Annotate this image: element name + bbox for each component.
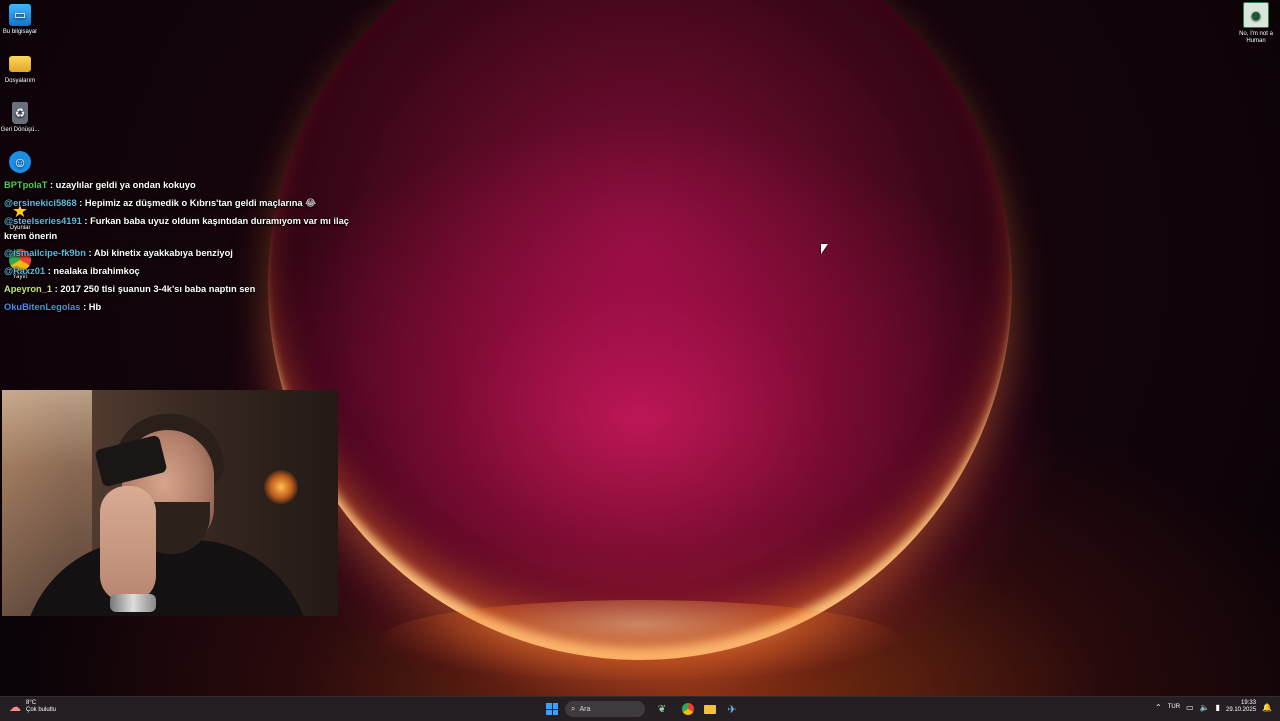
wallpaper-orb — [268, 0, 1012, 660]
chat-username: BPTpolaT — [4, 180, 48, 190]
network-icon[interactable]: ▭ — [1186, 703, 1194, 712]
weather-icon: ☁ — [9, 700, 21, 714]
captcha-icon: ☻ — [1243, 2, 1269, 28]
folder-icon — [704, 704, 716, 714]
battery-icon[interactable]: ▮ — [1216, 703, 1220, 712]
webcam-lamp — [264, 470, 298, 504]
chat-message: @steelseries4191 : Furkan baba uyuz oldu… — [4, 212, 364, 244]
chat-text: : Hepimiz az düşmedik o Kıbrıs'tan geldi… — [79, 198, 317, 208]
mouse-cursor — [821, 244, 828, 254]
start-button[interactable] — [543, 700, 561, 718]
weather-widget[interactable]: ☁ 8°C Çok bulutlu — [8, 700, 56, 714]
system-tray: ⌃ TUR ▭ 🔈 ▮ 19:33 29.10.2025 🔔 — [1155, 700, 1272, 714]
chat-message: OkuBitenLegolas : Hb — [4, 298, 364, 316]
webcam-overlay — [2, 390, 338, 616]
weather-description: Çok bulutlu — [26, 707, 57, 713]
chat-username: @ismailcipe-fk9bn — [4, 248, 86, 258]
chevron-up-icon[interactable]: ⌃ — [1155, 703, 1162, 712]
taskbar-chrome[interactable] — [679, 700, 697, 718]
desktop-icon-label: Dosyalarım — [4, 78, 36, 84]
taskbar-search[interactable]: ⌕ Ara — [565, 701, 645, 717]
desktop-icon-files[interactable]: Dosyalarım — [0, 53, 40, 85]
chat-username: OkuBitenLegolas — [4, 302, 81, 312]
desktop-background: ▭ Bu bilgisayar Dosyalarım ♻ Geri Dönüşü… — [0, 0, 1280, 696]
clock-date: 29.10.2025 — [1226, 707, 1257, 713]
search-icon: ⌕ — [571, 704, 576, 713]
chat-message: Apeyron_1 : 2017 250 tlsi şuanun 3-4k'sı… — [4, 280, 364, 298]
chat-username: @steelseries4191 — [4, 216, 82, 226]
wallpaper-glow — [380, 600, 900, 680]
accessibility-icon: ☺ — [9, 151, 31, 173]
chat-message: @ersinekici5868 : Hepimiz az düşmedik o … — [4, 194, 364, 212]
chat-text: : Abi kinetix ayakkabıya benziyoj — [88, 248, 233, 258]
chat-text: : nealaka ibrahimkoç — [47, 266, 140, 276]
taskbar-apps: ⌕ Ara ❦ ✈ — [543, 700, 741, 718]
widgets-icon: ❦ — [657, 703, 667, 715]
clock[interactable]: 19:33 29.10.2025 — [1226, 700, 1256, 714]
desktop-icon-this-pc[interactable]: ▭ Bu bilgisayar — [0, 4, 40, 36]
chat-username: @ersinekici5868 — [4, 198, 77, 208]
desktop-icon-label: Geri Dönüşü... — [0, 127, 40, 133]
steam-icon: ✈ — [727, 703, 737, 716]
chat-username: @Raxz01 — [4, 266, 46, 276]
stream-chat-overlay: BPTpolaT : uzaylılar geldi ya ondan koku… — [4, 176, 364, 316]
chat-message: @ismailcipe-fk9bn : Abi kinetix ayakkabı… — [4, 244, 364, 262]
folder-icon — [9, 56, 31, 72]
weather-temperature: 8°C — [26, 700, 37, 706]
windows-icon — [546, 703, 558, 715]
chat-message: @Raxz01 : nealaka ibrahimkoç — [4, 262, 364, 280]
search-placeholder: Ara — [579, 705, 591, 713]
recycle-bin-icon: ♻ — [12, 102, 28, 124]
chat-text: : 2017 250 tlsi şuanun 3-4k'sı baba napt… — [54, 284, 256, 294]
desktop-icon-label: Bu bilgisayar — [2, 29, 38, 35]
widgets-button[interactable]: ❦ — [649, 700, 675, 718]
desktop-icon-captcha[interactable]: ☻ No, I'm not a Human — [1234, 2, 1278, 45]
chat-username: Apeyron_1 — [4, 284, 53, 294]
taskbar-file-explorer[interactable] — [701, 700, 719, 718]
chat-text: : Hb — [83, 302, 102, 312]
notification-icon[interactable]: 🔔 — [1262, 703, 1272, 712]
wristwatch — [110, 594, 156, 612]
streamer-hand — [100, 486, 156, 602]
chat-message: BPTpolaT : uzaylılar geldi ya ondan koku… — [4, 176, 364, 194]
desktop-icon-label: No, I'm not a Human — [1239, 31, 1273, 44]
clock-time: 19:33 — [1241, 700, 1257, 706]
language-indicator[interactable]: TUR — [1168, 704, 1180, 710]
computer-icon: ▭ — [9, 4, 31, 26]
chat-text: : uzaylılar geldi ya ondan kokuyo — [49, 180, 196, 190]
taskbar-steam[interactable]: ✈ — [723, 700, 741, 718]
desktop-icon-recycle-bin[interactable]: ♻ Geri Dönüşü... — [0, 102, 40, 134]
desktop-icon-accessibility[interactable]: ☺ — [0, 151, 40, 176]
taskbar: ☁ 8°C Çok bulutlu ⌕ Ara ❦ ✈ ⌃ TUR ▭ 🔈 ▮ … — [0, 696, 1280, 721]
chrome-icon — [682, 703, 694, 715]
volume-icon[interactable]: 🔈 — [1200, 703, 1210, 712]
